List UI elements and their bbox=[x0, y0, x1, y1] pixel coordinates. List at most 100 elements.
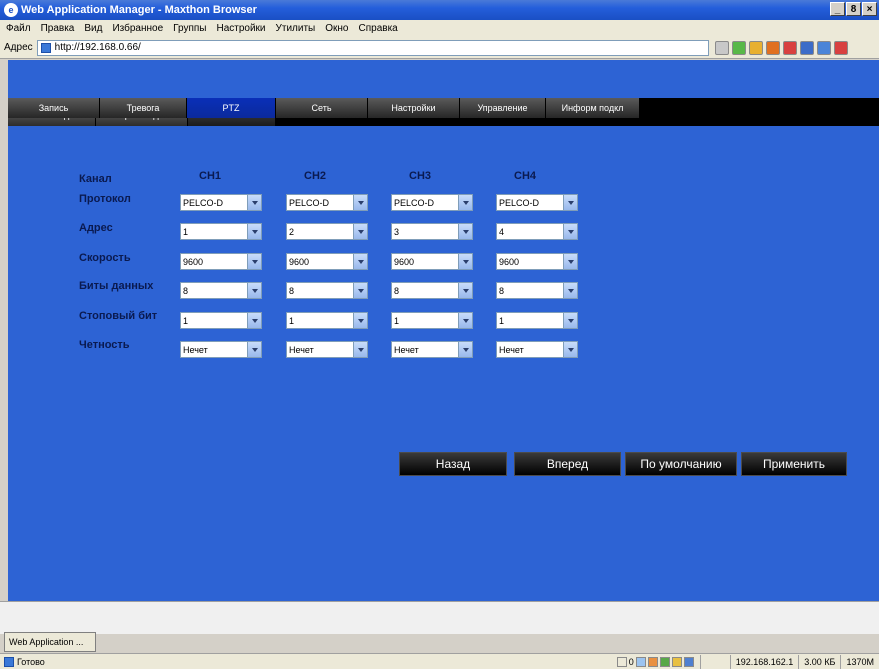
close-button[interactable]: × bbox=[862, 2, 877, 16]
parity-select-ch3[interactable]: Нечет bbox=[391, 341, 473, 358]
address-input[interactable]: http://192.168.0.66/ bbox=[36, 39, 709, 56]
address-select-ch4[interactable]: 4 bbox=[496, 223, 578, 240]
chevron-down-icon bbox=[563, 195, 577, 210]
tab-settings[interactable]: Настройки bbox=[368, 98, 460, 118]
ch2-header: CH2 bbox=[304, 170, 327, 182]
restore-button[interactable]: 8 bbox=[846, 2, 861, 16]
speed-select-ch2[interactable]: 9600 bbox=[286, 253, 368, 270]
tab-management[interactable]: Управление bbox=[460, 98, 546, 118]
tab-alarm[interactable]: Тревога bbox=[100, 98, 187, 118]
status-icon-5[interactable] bbox=[671, 656, 682, 667]
forward-button[interactable]: Вперед bbox=[514, 452, 621, 476]
tab-ptz[interactable]: PTZ bbox=[187, 98, 276, 118]
chevron-down-icon bbox=[353, 224, 367, 239]
apply-button[interactable]: Применить bbox=[741, 452, 847, 476]
speed-select-ch4[interactable]: 9600 bbox=[496, 253, 578, 270]
status-size: 3.00 КБ bbox=[798, 654, 840, 669]
chevron-down-icon bbox=[247, 342, 261, 357]
data-bits-select-ch4[interactable]: 8 bbox=[496, 282, 578, 299]
tool-icon-2[interactable] bbox=[765, 40, 780, 55]
tab-connection-info[interactable]: Информ подкл bbox=[546, 98, 640, 118]
parity-select-ch4[interactable]: Нечет bbox=[496, 341, 578, 358]
chevron-down-icon bbox=[563, 224, 577, 239]
status-icon-1[interactable] bbox=[616, 656, 627, 667]
minimize-button[interactable]: _ bbox=[830, 2, 845, 16]
chevron-down-icon bbox=[458, 224, 472, 239]
select-value: 1 bbox=[183, 226, 189, 237]
select-value: PELCO-D bbox=[394, 197, 435, 208]
chevron-down-icon bbox=[458, 283, 472, 298]
browser-footer-area bbox=[0, 601, 879, 634]
protocol-select-ch1[interactable]: PELCO-D bbox=[180, 194, 262, 211]
address-select-ch2[interactable]: 2 bbox=[286, 223, 368, 240]
menu-groups[interactable]: Группы bbox=[173, 23, 206, 34]
stop-bit-select-ch1[interactable]: 1 bbox=[180, 312, 262, 329]
menu-favorites[interactable]: Избранное bbox=[112, 23, 163, 34]
status-icon-2[interactable] bbox=[635, 656, 646, 667]
dropdown-icon[interactable] bbox=[714, 40, 729, 55]
tab-network[interactable]: Сеть bbox=[276, 98, 368, 118]
close-tab-icon[interactable] bbox=[833, 40, 848, 55]
channel-label: Канал bbox=[79, 173, 112, 185]
chevron-down-icon bbox=[563, 342, 577, 357]
protocol-select-ch2[interactable]: PELCO-D bbox=[286, 194, 368, 211]
data-bits-select-ch2[interactable]: 8 bbox=[286, 282, 368, 299]
select-value: 1 bbox=[183, 315, 189, 326]
data-bits-label: Биты данных bbox=[79, 280, 154, 292]
address-url: http://192.168.0.66/ bbox=[54, 42, 141, 53]
status-spacer bbox=[699, 654, 730, 669]
menu-tools[interactable]: Утилиты bbox=[276, 23, 316, 34]
select-value: PELCO-D bbox=[289, 197, 330, 208]
data-bits-select-ch3[interactable]: 8 bbox=[391, 282, 473, 299]
tool-icon-1[interactable] bbox=[748, 40, 763, 55]
menu-view[interactable]: Вид bbox=[84, 23, 102, 34]
ch4-header: CH4 bbox=[514, 170, 537, 182]
chevron-down-icon bbox=[458, 254, 472, 269]
chevron-down-icon bbox=[247, 224, 261, 239]
status-icon-6[interactable] bbox=[683, 656, 694, 667]
address-select-ch3[interactable]: 3 bbox=[391, 223, 473, 240]
address-label: Адрес bbox=[4, 42, 33, 53]
browser-icon: e bbox=[4, 3, 18, 17]
tool-icon-4[interactable] bbox=[799, 40, 814, 55]
select-value: 8 bbox=[183, 285, 189, 296]
address-select-ch1[interactable]: 1 bbox=[180, 223, 262, 240]
menu-edit[interactable]: Правка bbox=[41, 23, 75, 34]
stop-bit-select-ch3[interactable]: 1 bbox=[391, 312, 473, 329]
stop-bit-select-ch4[interactable]: 1 bbox=[496, 312, 578, 329]
page-tab[interactable]: Web Application ... bbox=[4, 632, 96, 652]
speed-select-ch1[interactable]: 9600 bbox=[180, 253, 262, 270]
page-icon bbox=[4, 656, 14, 667]
parity-select-ch1[interactable]: Нечет bbox=[180, 341, 262, 358]
parity-select-ch2[interactable]: Нечет bbox=[286, 341, 368, 358]
status-icon-3[interactable] bbox=[647, 656, 658, 667]
select-value: Нечет bbox=[499, 344, 524, 355]
status-icon-4[interactable] bbox=[659, 656, 670, 667]
menu-window[interactable]: Окно bbox=[325, 23, 348, 34]
protocol-select-ch3[interactable]: PELCO-D bbox=[391, 194, 473, 211]
tool-icon-3[interactable] bbox=[782, 40, 797, 55]
protocol-select-ch4[interactable]: PELCO-D bbox=[496, 194, 578, 211]
data-bits-select-ch1[interactable]: 8 bbox=[180, 282, 262, 299]
menu-settings[interactable]: Настройки bbox=[216, 23, 265, 34]
status-text: Готово bbox=[17, 656, 45, 667]
default-button[interactable]: По умолчанию bbox=[625, 452, 737, 476]
select-value: PELCO-D bbox=[499, 197, 540, 208]
tab-record[interactable]: Запись bbox=[8, 98, 100, 118]
chevron-down-icon bbox=[458, 195, 472, 210]
back-button[interactable]: Назад bbox=[399, 452, 507, 476]
tool-icon-5[interactable] bbox=[816, 40, 831, 55]
chevron-down-icon bbox=[353, 283, 367, 298]
go-icon[interactable] bbox=[731, 40, 746, 55]
menu-file[interactable]: Файл bbox=[6, 23, 31, 34]
select-value: Нечет bbox=[289, 344, 314, 355]
select-value: PELCO-D bbox=[183, 197, 224, 208]
title-bar: e Web Application Manager - Maxthon Brow… bbox=[0, 0, 879, 20]
select-value: 9600 bbox=[499, 256, 520, 267]
select-value: Нечет bbox=[394, 344, 419, 355]
stop-bit-select-ch2[interactable]: 1 bbox=[286, 312, 368, 329]
speed-select-ch3[interactable]: 9600 bbox=[391, 253, 473, 270]
chevron-down-icon bbox=[247, 313, 261, 328]
status-memory: 1370M bbox=[840, 654, 879, 669]
menu-help[interactable]: Справка bbox=[359, 23, 398, 34]
